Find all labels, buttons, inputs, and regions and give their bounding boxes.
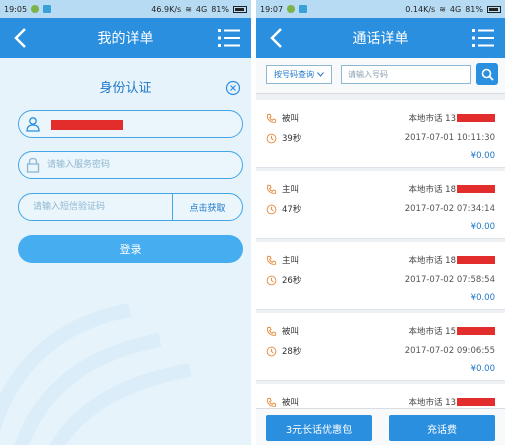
phone-icon (267, 113, 277, 123)
call-location-number: 本地市话 15 (408, 327, 456, 337)
call-location-number: 本地市话 13 (408, 398, 456, 408)
call-fee: ¥0.00 (470, 364, 495, 374)
redacted-number (457, 185, 495, 193)
redacted-number (457, 114, 495, 122)
number-search-input[interactable] (341, 65, 471, 84)
call-datetime: 2017-07-02 07:58:54 (404, 275, 495, 285)
get-sms-code-button[interactable]: 点击获取 (172, 194, 242, 220)
wifi-icon: ≋ (439, 4, 446, 14)
call-datetime: 2017-07-01 10:11:30 (404, 133, 495, 143)
call-duration: 47秒 (282, 205, 302, 215)
call-detail-screen: 19:07 0.14K/s ≋ 4G 81% 通话详单 按号码查询 请输入号码 … (256, 0, 505, 445)
call-type: 被叫 (282, 327, 300, 337)
form-title: 身份认证 (99, 81, 152, 96)
call-duration: 39秒 (282, 134, 302, 144)
search-icon (481, 68, 494, 81)
long-distance-package-button[interactable]: 3元长话优惠包 (266, 415, 372, 441)
call-fee: ¥0.00 (470, 222, 495, 232)
network-speed: 46.9K/s (151, 4, 182, 14)
redacted-number (457, 327, 495, 335)
status-time: 19:07 (260, 4, 284, 14)
wifi-icon: ≋ (185, 4, 192, 14)
call-location-number: 本地市话 13 (408, 114, 456, 124)
query-type-label: 按号码查询 (274, 70, 314, 79)
call-record-item[interactable]: 被叫 本地市话 13 (256, 384, 505, 408)
battery-icon (233, 5, 247, 13)
call-type: 被叫 (282, 398, 300, 408)
close-icon[interactable] (225, 80, 241, 96)
app-notification-icon (287, 5, 296, 13)
header: 通话详单 (256, 18, 505, 58)
phone-number-field[interactable] (18, 110, 243, 138)
call-datetime: 2017-07-02 07:34:14 (404, 204, 495, 214)
chevron-down-icon (317, 72, 324, 77)
recharge-button[interactable]: 充话费 (389, 415, 495, 441)
call-record-list[interactable]: 被叫 本地市话 13 39秒 2017-07-01 10:11:30 ¥0.00 主叫 本地… (256, 96, 505, 408)
call-type: 主叫 (282, 256, 300, 266)
login-screen: 19:05 46.9K/s ≋ 4G 81% 我的详单 身份认证 请输入短信验证… (0, 0, 251, 445)
password-field[interactable] (18, 151, 243, 179)
search-bar: 按号码查询 (256, 58, 505, 94)
phone-icon (267, 397, 277, 407)
menu-icon[interactable] (471, 26, 495, 50)
network-type: 4G (195, 4, 208, 14)
call-record-item[interactable]: 主叫 本地市话 18 47秒 2017-07-02 07:34:14 ¥0.00 (256, 171, 505, 239)
menu-icon[interactable] (217, 26, 241, 50)
redacted-phone-number (51, 120, 123, 130)
phone-icon (267, 255, 277, 265)
clock-icon (266, 133, 277, 143)
call-type: 主叫 (282, 185, 300, 195)
header: 我的详单 (0, 18, 251, 58)
back-icon[interactable] (10, 26, 34, 50)
query-type-select[interactable]: 按号码查询 (266, 65, 332, 84)
search-button[interactable] (476, 63, 498, 85)
status-bar: 19:07 0.14K/s ≋ 4G 81% (256, 0, 505, 18)
user-icon (19, 116, 47, 132)
clock-icon (266, 275, 277, 285)
network-speed: 0.14K/s (405, 4, 436, 14)
app-notification-icon (31, 5, 40, 13)
phone-icon (267, 184, 277, 194)
sms-code-input[interactable] (33, 194, 158, 220)
call-record-item[interactable]: 主叫 本地市话 18 26秒 2017-07-02 07:58:54 ¥0.00 (256, 242, 505, 310)
call-fee: ¥0.00 (470, 151, 495, 161)
call-location-number: 本地市话 18 (408, 185, 456, 195)
call-type: 被叫 (282, 114, 300, 124)
redacted-number (457, 398, 495, 406)
page-title: 通话详单 (352, 31, 409, 47)
phone-icon (267, 326, 277, 336)
clock-icon (266, 204, 277, 214)
brand-watermark-icon (0, 303, 192, 445)
call-record-item[interactable]: 被叫 本地市话 13 39秒 2017-07-01 10:11:30 ¥0.00 (256, 100, 505, 168)
lock-icon (19, 157, 47, 173)
back-icon[interactable] (266, 26, 290, 50)
status-time: 19:05 (4, 4, 28, 14)
call-fee: ¥0.00 (470, 293, 495, 303)
battery-icon (487, 5, 501, 13)
app-notification-icon (299, 5, 308, 13)
status-bar: 19:05 46.9K/s ≋ 4G 81% (0, 0, 251, 18)
clock-icon (266, 346, 277, 356)
bottom-action-bar: 3元长话优惠包 充话费 (256, 408, 505, 445)
call-record-item[interactable]: 被叫 本地市话 15 28秒 2017-07-02 09:06:55 ¥0.00 (256, 313, 505, 381)
app-notification-icon (43, 5, 52, 13)
login-button[interactable]: 登录 (18, 235, 243, 263)
call-duration: 26秒 (282, 276, 302, 286)
redacted-number (457, 256, 495, 264)
page-title: 我的详单 (97, 31, 154, 47)
network-type: 4G (449, 4, 462, 14)
call-location-number: 本地市话 18 (408, 256, 456, 266)
battery-percent: 81% (465, 4, 483, 14)
sms-code-field[interactable]: 点击获取 (18, 193, 243, 221)
password-input[interactable] (47, 152, 167, 178)
call-duration: 28秒 (282, 347, 302, 357)
call-datetime: 2017-07-02 09:06:55 (404, 346, 495, 356)
battery-percent: 81% (211, 4, 229, 14)
